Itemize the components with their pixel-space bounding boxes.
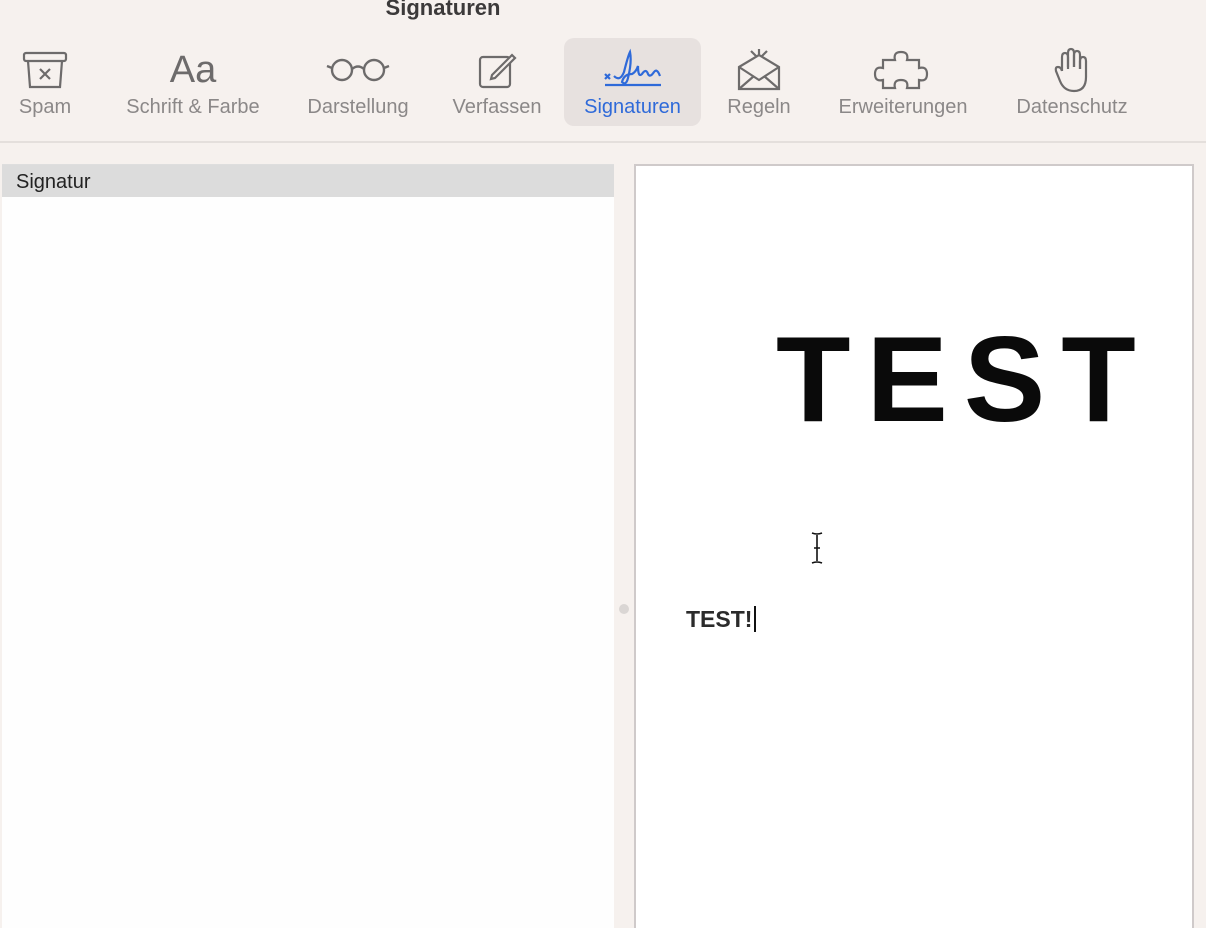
glasses-icon: [294, 48, 422, 92]
preferences-toolbar: Spam Aa Schrift & Farbe Darstellung Verf…: [0, 36, 1206, 140]
tab-rules-label: Regeln: [727, 96, 791, 118]
text-cursor-icon: [811, 532, 823, 564]
compose-icon: [440, 48, 554, 92]
junk-bin-icon: [0, 48, 90, 92]
hand-icon: [1000, 47, 1144, 93]
mail-settings-window: Signaturen Spam Aa Schrift & Farbe Darst…: [0, 0, 1206, 928]
signature-text-line[interactable]: TEST!: [686, 606, 757, 633]
tab-signatures-label: Signaturen: [584, 96, 681, 118]
puzzle-icon: [820, 48, 986, 92]
tab-composing-label: Verfassen: [452, 96, 542, 118]
tab-spam[interactable]: Spam: [0, 38, 90, 126]
signature-list-pane[interactable]: Signatur: [2, 164, 614, 928]
tab-rules[interactable]: Regeln: [716, 38, 802, 126]
signature-text: TEST!: [686, 606, 753, 632]
font-aa-icon: Aa: [169, 48, 217, 91]
signature-list-header[interactable]: Signatur: [2, 165, 614, 197]
tab-fonts-colors-label: Schrift & Farbe: [126, 96, 260, 118]
tab-privacy[interactable]: Datenschutz: [1000, 38, 1144, 126]
tab-extensions[interactable]: Erweiterungen: [820, 38, 986, 126]
signature-editor[interactable]: TEST TEST!: [634, 164, 1194, 928]
tab-composing[interactable]: Verfassen: [440, 38, 554, 126]
toolbar-divider: [0, 141, 1206, 143]
title-bar: Signaturen: [0, 0, 1206, 30]
tab-viewing[interactable]: Darstellung: [294, 38, 422, 126]
window-title: Signaturen: [385, 0, 501, 20]
tab-spam-label: Spam: [18, 96, 72, 118]
tab-extensions-label: Erweiterungen: [838, 96, 968, 118]
tab-viewing-label: Darstellung: [307, 96, 409, 118]
signature-logo-image: TEST: [776, 311, 1152, 447]
text-caret: [754, 606, 757, 632]
rules-envelope-icon: [716, 48, 802, 92]
tab-fonts-colors[interactable]: Aa Schrift & Farbe: [108, 38, 278, 126]
tab-privacy-label: Datenschutz: [1016, 96, 1128, 118]
signature-icon: [564, 48, 701, 92]
tab-signatures[interactable]: Signaturen: [564, 38, 701, 126]
split-view-handle[interactable]: [619, 604, 629, 614]
